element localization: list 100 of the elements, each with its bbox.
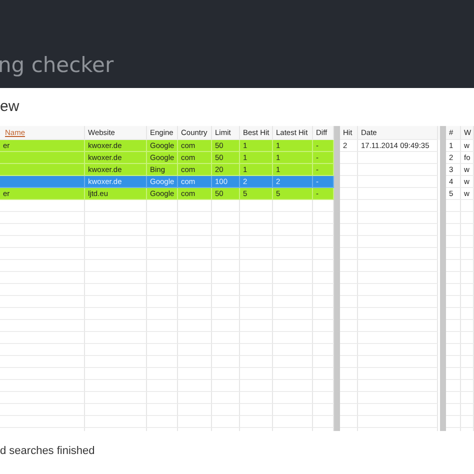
empty-cell [446,236,461,248]
empty-cell [273,296,313,308]
empty-cell [340,284,358,296]
empty-cell [147,212,178,224]
empty-cell [240,200,273,212]
empty-cell [340,272,358,284]
empty-cell [240,248,273,260]
empty-cell [178,248,212,260]
empty-cell [240,380,273,392]
empty-cell [178,332,212,344]
empty-cell [461,272,474,284]
empty-cell [178,224,212,236]
empty-cell [178,308,212,320]
empty-cell [446,320,461,332]
empty-cell [212,320,240,332]
empty-cell [273,332,313,344]
empty-cell [446,356,461,368]
empty-cell [85,368,147,380]
empty-cell [273,224,313,236]
empty-cell [85,272,147,284]
empty-cell [273,212,313,224]
empty-cell [178,212,212,224]
empty-cell [240,284,273,296]
empty-cell [446,404,461,416]
empty-cell [240,224,273,236]
empty-cell [273,284,313,296]
empty-cell [85,416,147,428]
empty-cell [446,212,461,224]
empty-cell [212,260,240,272]
empty-cell [340,332,358,344]
empty-cell [240,212,273,224]
empty-cell [446,224,461,236]
empty-cell [85,356,147,368]
empty-cell [85,236,147,248]
empty-cell [461,248,474,260]
empty-cell [178,296,212,308]
empty-cell [461,236,474,248]
empty-cell [147,416,178,428]
empty-cell [85,392,147,404]
empty-cell [340,296,358,308]
empty-cell [446,308,461,320]
empty-cell [147,308,178,320]
empty-cell [240,368,273,380]
empty-cell [147,260,178,272]
empty-cell [461,224,474,236]
empty-cell [240,260,273,272]
empty-cell [461,320,474,332]
splitter[interactable] [440,126,446,431]
empty-cell [212,284,240,296]
empty-cell [340,356,358,368]
empty-cell [85,212,147,224]
empty-cell [85,344,147,356]
empty-cell [273,272,313,284]
empty-cell [85,200,147,212]
empty-cell [273,248,313,260]
empty-cell [147,356,178,368]
empty-cell [340,392,358,404]
empty-cell [178,392,212,404]
empty-cell [178,356,212,368]
empty-cell [240,296,273,308]
empty-cell [85,224,147,236]
empty-cell [212,332,240,344]
empty-cell [461,212,474,224]
status-text: d searches finished [0,445,96,457]
empty-cell [147,272,178,284]
empty-cell [446,248,461,260]
empty-cell [212,416,240,428]
empty-cell [147,404,178,416]
empty-cell [85,308,147,320]
empty-cell [178,260,212,272]
empty-cell [212,392,240,404]
empty-cell [461,404,474,416]
empty-cell [147,332,178,344]
empty-cell [85,320,147,332]
app-title: ng checker [0,52,114,79]
empty-cell [461,260,474,272]
empty-cell [461,284,474,296]
splitter[interactable] [334,126,340,431]
empty-cell [273,260,313,272]
empty-cell [85,404,147,416]
empty-cell [340,152,358,164]
empty-cell [461,380,474,392]
empty-cell [273,236,313,248]
empty-cell [240,236,273,248]
empty-cell [446,284,461,296]
empty-cell [446,272,461,284]
empty-cell [212,236,240,248]
empty-cell [461,356,474,368]
empty-cell [85,248,147,260]
empty-cell [273,356,313,368]
empty-cell [273,392,313,404]
empty-cell [147,224,178,236]
empty-cell [147,380,178,392]
empty-cell [340,260,358,272]
empty-cell [461,392,474,404]
empty-cell [178,404,212,416]
empty-cell [273,368,313,380]
empty-cell [147,284,178,296]
empty-cell [240,320,273,332]
empty-cell [147,344,178,356]
